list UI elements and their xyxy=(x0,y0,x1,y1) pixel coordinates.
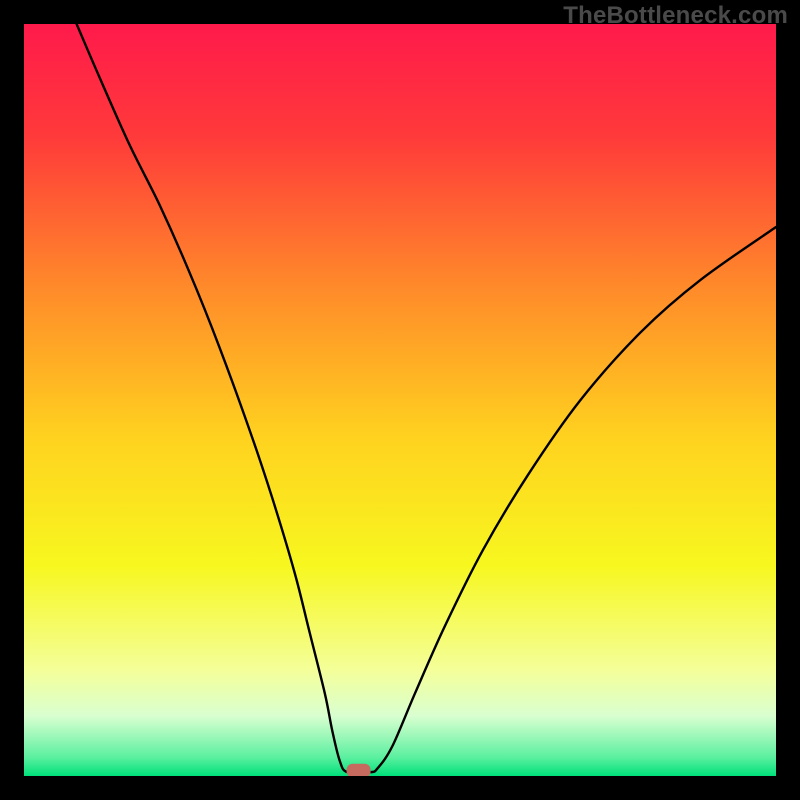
optimal-marker xyxy=(347,764,371,776)
gradient-background xyxy=(24,24,776,776)
bottleneck-chart xyxy=(24,24,776,776)
chart-frame: TheBottleneck.com xyxy=(0,0,800,800)
plot-area xyxy=(24,24,776,776)
